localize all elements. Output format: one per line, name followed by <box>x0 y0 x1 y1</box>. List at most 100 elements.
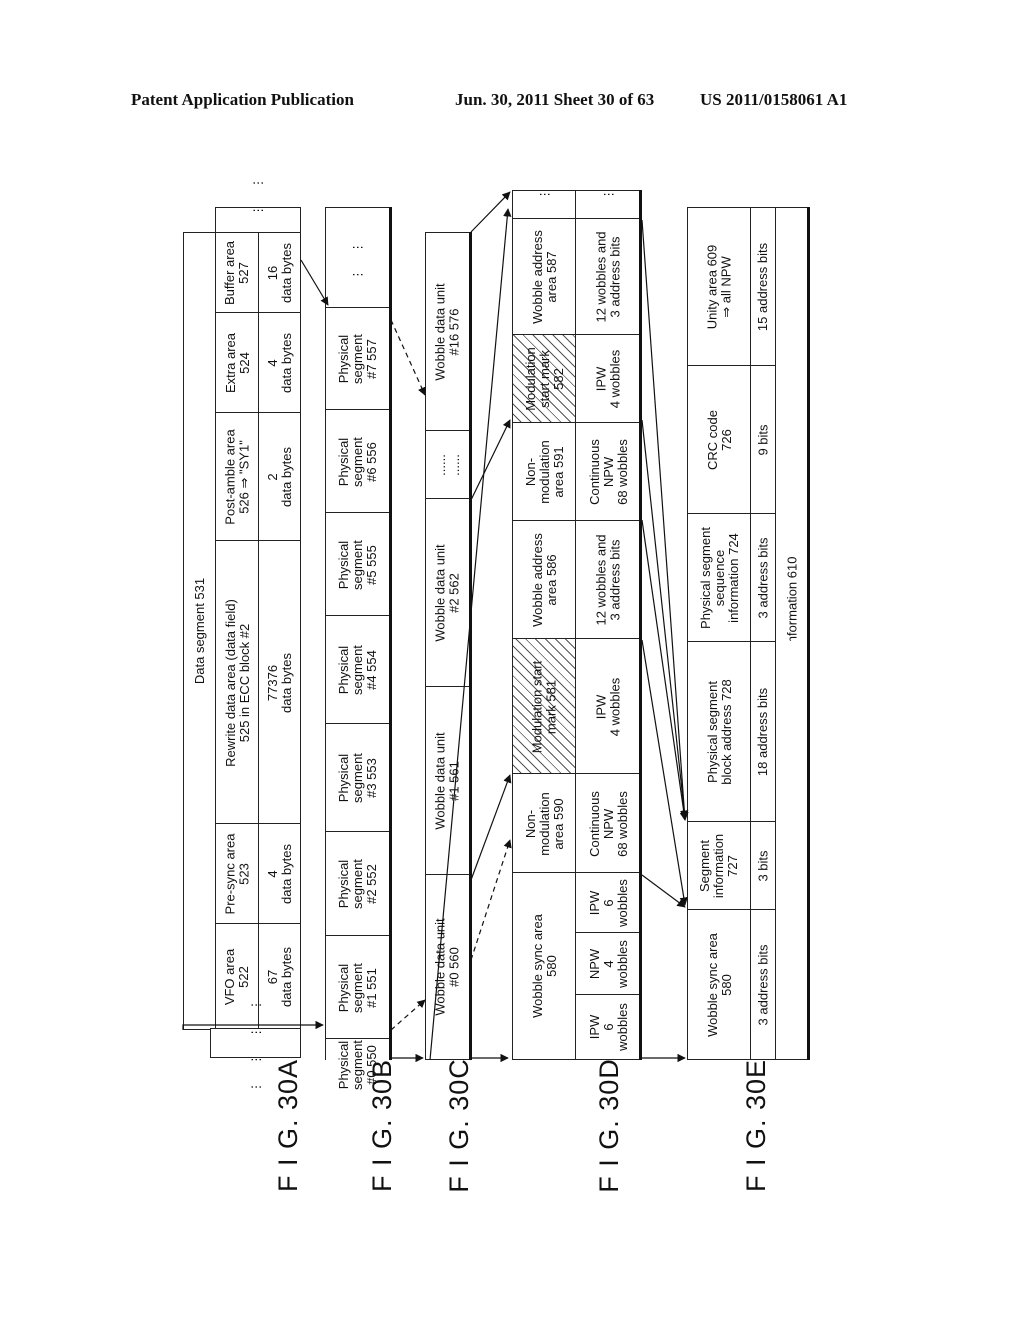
arrow-c-to-d-unit1 <box>470 774 512 881</box>
physical-segment-7: Physical segment #7 557 <box>325 307 391 411</box>
pre-sync-area-cell: Pre-sync area 523 <box>215 823 260 925</box>
continuation-dots-top: ⋮ ⋮ ⋮ ⋮ <box>215 170 301 271</box>
cell-text: 16 data bytes <box>264 243 294 303</box>
cell-text: IPW 4 wobbles <box>593 349 623 409</box>
wobble-address-area-586: Wobble address area 586 <box>512 520 577 640</box>
figure-30b-edge <box>389 207 392 1060</box>
physical-segment-0-label: Physical segment #0 550 <box>325 960 391 1090</box>
cell-text: ⋮ ⋮ <box>351 235 365 281</box>
figure-30c-edge <box>469 232 472 1060</box>
cell-text: Continuous NPW 68 wobbles <box>586 790 630 857</box>
cell-text: Physical segment #7 557 <box>336 334 379 384</box>
wobble-count-sync-ipw-2: IPW 6 wobbles <box>575 872 642 934</box>
cell-text: Post-amble area 526 ⇒ "SY1" <box>222 429 252 525</box>
non-modulation-area-591: Non- modulation area 591 <box>512 422 577 522</box>
publication-number: US 2011/0158061 A1 <box>700 90 848 109</box>
cell-text: Physical segment #2 552 <box>336 859 379 909</box>
vfo-area-size: 67 data bytes <box>258 923 301 1030</box>
cell-text: Physical segment #5 555 <box>336 539 379 590</box>
wobble-data-unit-16: Wobble data unit #16 576 <box>425 232 471 432</box>
figure-30e-edge <box>807 207 810 1060</box>
cell-text: Extra area 524 <box>222 333 252 393</box>
publication-type: Patent Application Publication <box>131 90 354 109</box>
extra-area-cell: Extra area 524 <box>215 312 260 414</box>
cell-text: CRC code 726 <box>704 410 734 470</box>
wobble-count-581: IPW 4 wobbles <box>575 638 642 775</box>
physical-segment-4: Physical segment #4 554 <box>325 615 391 725</box>
cell-text: IPW 6 wobbles <box>586 1003 630 1051</box>
extra-area-size: 4 data bytes <box>258 312 301 414</box>
cell-text: Wobble address area 587 <box>529 230 559 324</box>
wobble-count-sync-npw: NPW 4 wobbles <box>575 932 642 996</box>
wobble-sync-area-580: Wobble sync area 580 <box>512 872 577 1060</box>
segment-information-727: Segment information 727 <box>687 821 752 911</box>
cell-text: Wobble address area 586 <box>529 533 559 627</box>
cell-text: Wobble sync area 580 <box>704 932 734 1037</box>
cell-text: Physical segment #3 553 <box>336 753 379 803</box>
wobble-count-586: 12 wobbles and 3 address bits <box>575 520 642 640</box>
physical-segment-sequence-bits: 3 address bits <box>750 513 777 643</box>
data-segment-title: Data segment 531 <box>183 232 217 1030</box>
wobble-count-591: Continuous NPW 68 wobbles <box>575 422 642 522</box>
physical-segment-3: Physical segment #3 553 <box>325 723 391 833</box>
cell-text: IPW 6 wobbles <box>586 879 630 927</box>
arrow-d-to-e-seg-b <box>641 519 689 821</box>
unity-area-bits: 15 address bits <box>750 207 777 367</box>
rewrite-data-area-cell: Rewrite data area (data field) 525 in EC… <box>215 540 260 825</box>
arrow-c-to-d-unit0 <box>470 839 512 961</box>
arrow-d-to-e-seg-d <box>641 219 689 821</box>
cell-text: NPW 4 wobbles <box>586 940 630 988</box>
wobble-count-587: 12 wobbles and 3 address bits <box>575 218 642 336</box>
cell-text: ...... ...... <box>432 454 462 476</box>
arrow-a-to-b-end <box>300 259 329 306</box>
cell-text: 15 address bits <box>755 242 771 332</box>
figure-30d-edge <box>639 190 642 1060</box>
wobble-data-unit-0: Wobble data unit #0 560 <box>425 874 471 1060</box>
cell-text: Wobble sync area 580 <box>529 914 559 1018</box>
continuation-dots-upper: ⋮ ⋮ <box>512 182 577 228</box>
wobble-data-unit-1: Wobble data unit #1 561 <box>425 686 471 876</box>
cell-text: Buffer area 527 <box>222 240 252 306</box>
arrow-c-to-d-unit2 <box>470 419 511 501</box>
arrow-d-to-e-seg-a <box>641 639 688 906</box>
cell-text: Physical segment block address 728 <box>704 679 734 785</box>
arrow-c-to-d-top <box>470 191 511 233</box>
buffer-area-size: 16 data bytes <box>258 232 301 314</box>
cell-text: Continuous NPW 68 wobbles <box>586 439 630 505</box>
cell-text: 3 address bits <box>755 537 771 619</box>
figure-label-30a: F I G. 30A <box>273 1058 304 1193</box>
cell-text: Physical segment #4 554 <box>336 645 379 695</box>
arrow-d-to-e-sync <box>641 874 686 908</box>
cell-text: IPW 4 wobbles <box>593 677 623 736</box>
cell-text: 9 bits <box>755 424 771 456</box>
physical-segment-block-address-728: Physical segment block address 728 <box>687 641 752 823</box>
cell-text: 2 data bytes <box>264 447 294 507</box>
continuation-dots: ⋮ ⋮ <box>325 207 391 309</box>
cell-text: Modulation start mark 581 <box>529 660 559 753</box>
wobble-data-unit-ellipsis: ...... ...... <box>425 430 471 500</box>
cell-text: Wobble data unit #2 562 <box>433 544 462 642</box>
buffer-area-cell: Buffer area 527 <box>215 232 260 314</box>
cell-text: Segment information 727 <box>697 833 741 899</box>
arrow-b-to-c-start <box>390 999 426 1031</box>
cell-text: 67 data bytes <box>264 946 294 1007</box>
segment-information-bits: 3 bits <box>750 821 777 911</box>
cell-text: 3 bits <box>755 850 771 882</box>
figure-label-30b: F I G. 30B <box>367 1058 398 1193</box>
physical-segment-sequence-info-724: Physical segment sequence information 72… <box>687 513 752 643</box>
cell-text: Wobble data unit #1 561 <box>433 732 462 830</box>
data-segment-title-text: Data segment 531 <box>192 577 208 685</box>
unity-area-609: Unity area 609 ⇒ all NPW <box>687 207 752 367</box>
cell-text: 3 address bits <box>755 944 771 1025</box>
cell-text: Wobble data unit #16 576 <box>433 283 462 381</box>
cell-text: 4 data bytes <box>264 844 294 904</box>
wobble-count-590: Continuous NPW 68 wobbles <box>575 773 642 874</box>
crc-code-bits: 9 bits <box>750 365 777 515</box>
figure-label-30c: F I G. 30C <box>443 1058 474 1193</box>
cell-text: Rewrite data area (data field) 525 in EC… <box>222 598 252 767</box>
figure-label-30d: F I G. 30D <box>593 1058 624 1193</box>
cell-text: ⋮ ⋮ ⋮ ⋮ <box>248 992 263 1094</box>
cell-text: VFO area 522 <box>222 948 252 1005</box>
cell-text: Wobble data unit #0 560 <box>433 918 462 1016</box>
physical-segment-5: Physical segment #5 555 <box>325 512 391 617</box>
